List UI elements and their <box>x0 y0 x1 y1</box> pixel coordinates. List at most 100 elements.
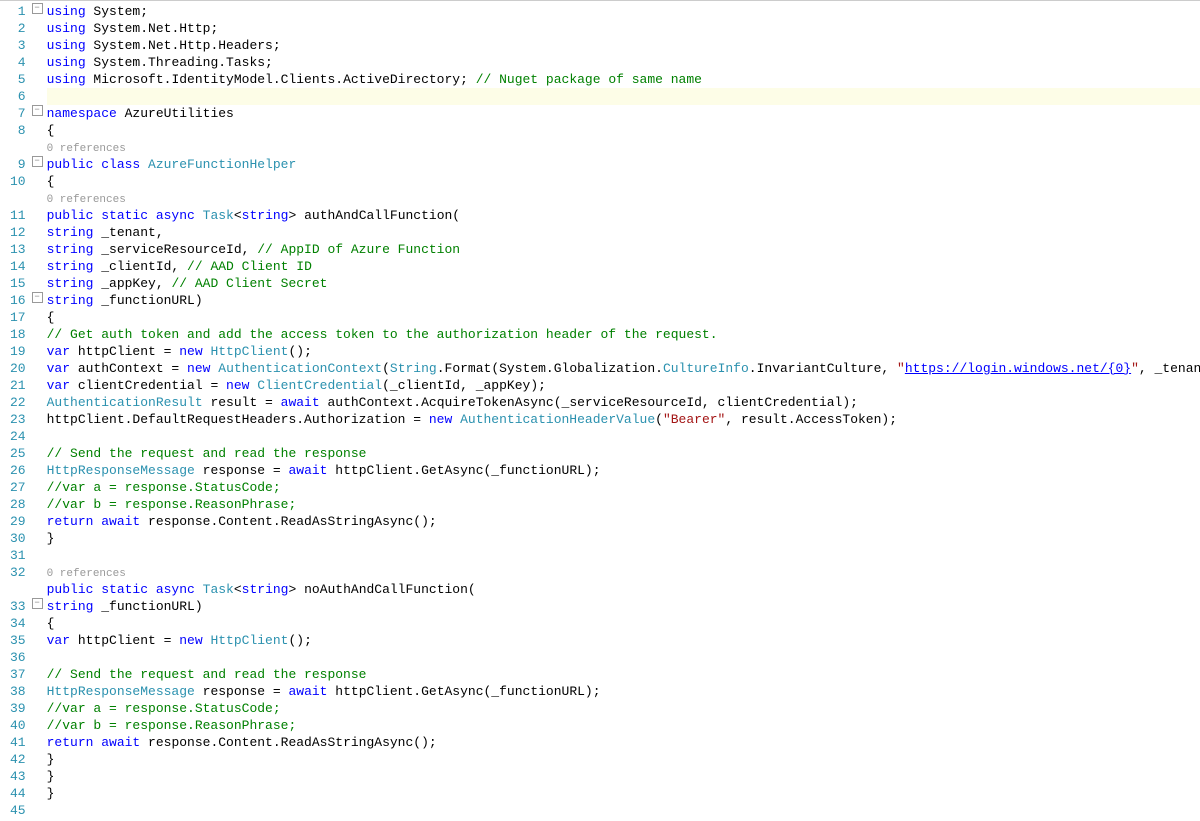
code-line[interactable]: //var a = response.StatusCode; <box>47 479 1200 496</box>
code-line[interactable]: // Get auth token and add the access tok… <box>47 326 1200 343</box>
line-number: 39 <box>10 700 26 717</box>
line-number: 36 <box>10 649 26 666</box>
code-line[interactable]: } <box>47 751 1200 768</box>
line-number: 43 <box>10 768 26 785</box>
code-line[interactable] <box>47 802 1200 819</box>
fold-toggle[interactable]: − <box>32 598 43 609</box>
code-line[interactable]: using System.Threading.Tasks; <box>47 54 1200 71</box>
code-line[interactable]: string _functionURL) <box>47 292 1200 309</box>
code-line[interactable]: httpClient.DefaultRequestHeaders.Authori… <box>47 411 1200 428</box>
codelens[interactable]: 0 references <box>47 564 1200 581</box>
line-number: 16 <box>10 292 26 309</box>
line-number: 38 <box>10 683 26 700</box>
line-number: 23 <box>10 411 26 428</box>
line-number: 14 <box>10 258 26 275</box>
line-number: 24 <box>10 428 26 445</box>
code-line[interactable]: using System.Net.Http.Headers; <box>47 37 1200 54</box>
line-number: 35 <box>10 632 26 649</box>
line-number: 18 <box>10 326 26 343</box>
code-line[interactable]: using System.Net.Http; <box>47 20 1200 37</box>
code-line[interactable] <box>47 649 1200 666</box>
codelens[interactable]: 0 references <box>47 190 1200 207</box>
line-number: 2 <box>10 20 26 37</box>
code-line[interactable] <box>47 547 1200 564</box>
code-line[interactable]: string _clientId, // AAD Client ID <box>47 258 1200 275</box>
line-number: 20 <box>10 360 26 377</box>
code-line[interactable]: //var b = response.ReasonPhrase; <box>47 717 1200 734</box>
line-number: 7 <box>10 105 26 122</box>
line-number: 32 <box>10 564 26 581</box>
line-number: 17 <box>10 309 26 326</box>
line-number: 3 <box>10 37 26 54</box>
line-number: 27 <box>10 479 26 496</box>
code-line[interactable]: //var a = response.StatusCode; <box>47 700 1200 717</box>
line-number: 15 <box>10 275 26 292</box>
line-number: 33 <box>10 598 26 615</box>
line-number: 1 <box>10 3 26 20</box>
fold-toggle[interactable]: − <box>32 105 43 116</box>
line-number: 13 <box>10 241 26 258</box>
code-line[interactable]: AuthenticationResult result = await auth… <box>47 394 1200 411</box>
fold-toggle[interactable]: − <box>32 3 43 14</box>
code-line[interactable]: public class AzureFunctionHelper <box>47 156 1200 173</box>
outlining-margin[interactable]: − − − − − <box>32 1 43 821</box>
code-line[interactable]: var httpClient = new HttpClient(); <box>47 632 1200 649</box>
code-line[interactable]: { <box>47 173 1200 190</box>
code-line[interactable]: // Send the request and read the respons… <box>47 445 1200 462</box>
code-editor[interactable]: 1234567891011121314151617181920212223242… <box>0 0 1200 821</box>
line-number: 22 <box>10 394 26 411</box>
line-number: 29 <box>10 513 26 530</box>
code-line[interactable]: string _serviceResourceId, // AppID of A… <box>47 241 1200 258</box>
line-number: 12 <box>10 224 26 241</box>
line-number: 45 <box>10 802 26 819</box>
code-line[interactable]: var authContext = new AuthenticationCont… <box>47 360 1200 377</box>
line-number: 41 <box>10 734 26 751</box>
line-number: 19 <box>10 343 26 360</box>
code-line[interactable]: } <box>47 785 1200 802</box>
line-number: 31 <box>10 547 26 564</box>
code-line[interactable]: //var b = response.ReasonPhrase; <box>47 496 1200 513</box>
code-text-area[interactable]: using System;using System.Net.Http;using… <box>43 1 1200 821</box>
line-number: 26 <box>10 462 26 479</box>
fold-toggle[interactable]: − <box>32 292 43 303</box>
line-number-gutter: 1234567891011121314151617181920212223242… <box>0 1 32 821</box>
code-line[interactable]: string _functionURL) <box>47 598 1200 615</box>
code-line[interactable]: } <box>47 530 1200 547</box>
line-number: 42 <box>10 751 26 768</box>
line-number: 30 <box>10 530 26 547</box>
code-line[interactable]: HttpResponseMessage response = await htt… <box>47 462 1200 479</box>
code-line[interactable]: using System; <box>47 3 1200 20</box>
code-line[interactable]: string _tenant, <box>47 224 1200 241</box>
line-number: 37 <box>10 666 26 683</box>
code-line[interactable] <box>47 88 1200 105</box>
code-line[interactable]: return await response.Content.ReadAsStri… <box>47 734 1200 751</box>
code-line[interactable]: HttpResponseMessage response = await htt… <box>47 683 1200 700</box>
codelens[interactable]: 0 references <box>47 139 1200 156</box>
code-line[interactable]: string _appKey, // AAD Client Secret <box>47 275 1200 292</box>
code-line[interactable]: using Microsoft.IdentityModel.Clients.Ac… <box>47 71 1200 88</box>
line-number: 5 <box>10 71 26 88</box>
line-number: 10 <box>10 173 26 190</box>
code-line[interactable]: var httpClient = new HttpClient(); <box>47 343 1200 360</box>
code-line[interactable]: public static async Task<string> authAnd… <box>47 207 1200 224</box>
line-number: 40 <box>10 717 26 734</box>
line-number: 44 <box>10 785 26 802</box>
line-number: 21 <box>10 377 26 394</box>
line-number: 4 <box>10 54 26 71</box>
line-number: 25 <box>10 445 26 462</box>
code-line[interactable]: public static async Task<string> noAuthA… <box>47 581 1200 598</box>
fold-toggle[interactable]: − <box>32 156 43 167</box>
code-line[interactable]: { <box>47 122 1200 139</box>
code-line[interactable] <box>47 428 1200 445</box>
code-line[interactable]: { <box>47 309 1200 326</box>
code-line[interactable]: { <box>47 615 1200 632</box>
line-number: 8 <box>10 122 26 139</box>
code-line[interactable]: return await response.Content.ReadAsStri… <box>47 513 1200 530</box>
code-line[interactable]: namespace AzureUtilities <box>47 105 1200 122</box>
code-line[interactable]: // Send the request and read the respons… <box>47 666 1200 683</box>
code-line[interactable]: } <box>47 768 1200 785</box>
line-number: 9 <box>10 156 26 173</box>
line-number: 6 <box>10 88 26 105</box>
line-number: 11 <box>10 207 26 224</box>
code-line[interactable]: var clientCredential = new ClientCredent… <box>47 377 1200 394</box>
